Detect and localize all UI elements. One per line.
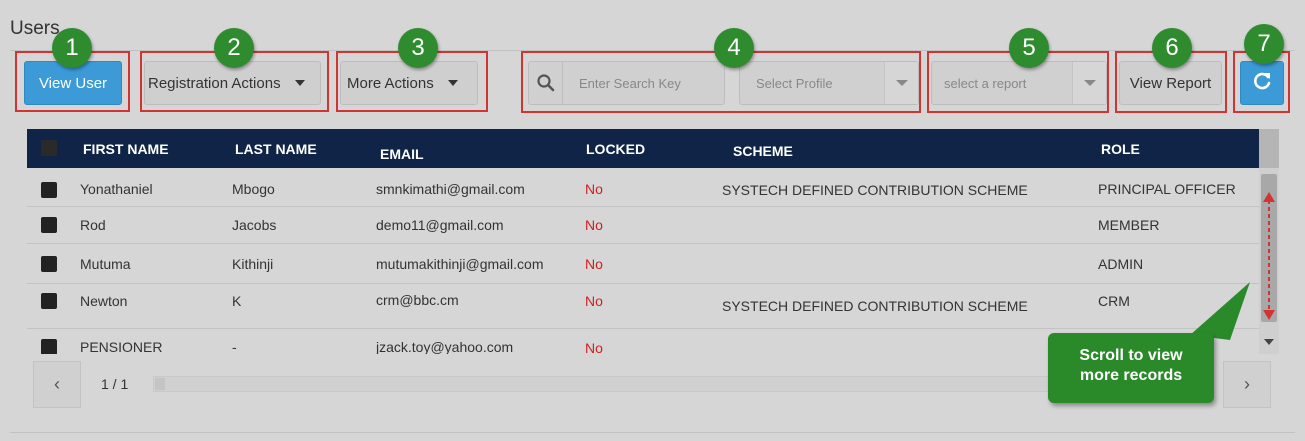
cell-email: crm@bbc.cm [376,292,459,308]
callout-badge-1: 1 [52,28,92,68]
callout-badge-2: 2 [214,28,254,68]
cell-email: jzack.toy@yahoo.com [376,339,514,354]
pager-prev-button[interactable]: ‹ [33,361,81,408]
row-checkbox[interactable] [41,293,57,309]
table-header: FIRST NAME LAST NAME EMAIL LOCKED SCHEME… [27,129,1259,168]
hscroll-thumb[interactable] [155,378,165,390]
cell-scheme: SYSTECH DEFINED CONTRIBUTION SCHEME [722,298,1028,314]
row-checkbox[interactable] [41,217,57,233]
header-email[interactable]: EMAIL [380,146,424,162]
callout-badge-3: 3 [398,28,438,68]
scroll-hint-arrow-icon [1263,192,1275,320]
table-row[interactable]: Rod Jacobs demo11@gmail.com No MEMBER [27,207,1259,244]
chevron-left-icon: ‹ [54,374,60,394]
page-title: Users [10,18,60,39]
cell-first-name: Newton [80,293,128,309]
cell-role: ADMIN [1098,256,1144,272]
tooltip-line-2: more records [1079,367,1183,384]
header-role[interactable]: ROLE [1101,141,1140,157]
cell-last-name: - [232,339,237,354]
scroll-down-arrow-icon[interactable] [1264,339,1274,345]
cell-first-name: Rod [80,217,106,233]
panel-bottom-border [10,432,1295,433]
row-checkbox[interactable] [41,339,57,354]
cell-locked: No [585,256,603,272]
cell-locked: No [585,217,603,233]
scroll-tooltip: Scroll to view more records [1048,333,1214,403]
table-row[interactable]: Mutuma Kithinji mutumakithinji@gmail.com… [27,244,1259,284]
header-first-name[interactable]: FIRST NAME [83,141,169,157]
cell-first-name: Mutuma [80,256,131,272]
cell-last-name: Jacobs [232,217,277,233]
cell-email: demo11@gmail.com [376,217,504,233]
table-row[interactable]: Newton K crm@bbc.cm No SYSTECH DEFINED C… [27,284,1259,329]
select-all-checkbox[interactable] [41,140,57,156]
cell-email: smnkimathi@gmail.com [376,181,525,197]
header-last-name[interactable]: LAST NAME [235,141,317,157]
pager-info: 1 / 1 [101,376,129,392]
cell-role: PRINCIPAL OFFICER [1098,181,1236,197]
cell-last-name: K [232,293,242,309]
header-locked[interactable]: LOCKED [586,141,645,157]
cell-email: mutumakithinji@gmail.com [376,256,544,272]
table-row[interactable]: Yonathaniel Mbogo smnkimathi@gmail.com N… [27,168,1259,207]
callout-badge-5: 5 [1009,28,1049,68]
cell-last-name: Mbogo [232,181,275,197]
cell-last-name: Kithinji [232,256,274,272]
tooltip-line-1: Scroll to view [1079,347,1183,364]
cell-locked: No [585,340,603,354]
cell-locked: No [585,181,603,197]
cell-role: MEMBER [1098,217,1160,233]
cell-first-name: Yonathaniel [80,181,153,197]
row-checkbox[interactable] [41,182,57,198]
pager-next-button[interactable]: › [1223,361,1271,408]
users-table: FIRST NAME LAST NAME EMAIL LOCKED SCHEME… [27,129,1279,354]
cell-scheme: SYSTECH DEFINED CONTRIBUTION SCHEME [722,182,1028,198]
row-checkbox[interactable] [41,256,57,272]
header-scheme[interactable]: SCHEME [733,143,793,159]
callout-badge-6: 6 [1152,28,1192,68]
callout-badge-4: 4 [714,28,754,68]
callout-badge-7: 7 [1244,24,1284,64]
cell-role: CRM [1098,293,1130,309]
cell-locked: No [585,293,603,309]
cell-first-name: PENSIONER [80,339,163,354]
scrollbar-header-cap [1259,129,1279,168]
chevron-right-icon: › [1244,374,1250,394]
